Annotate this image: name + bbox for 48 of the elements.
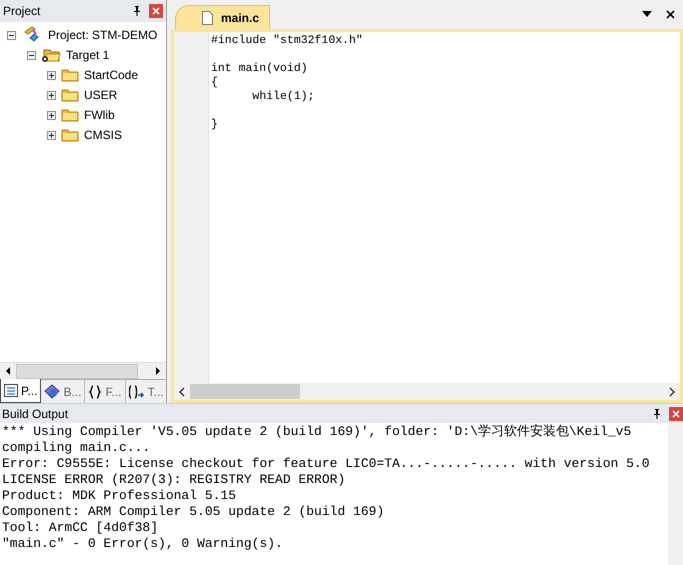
folder-icon bbox=[61, 68, 79, 82]
panel-title: Build Output bbox=[2, 406, 70, 422]
folder-icon bbox=[61, 128, 79, 142]
collapse-icon[interactable] bbox=[7, 30, 16, 40]
expand-icon[interactable] bbox=[47, 70, 56, 80]
close-icon[interactable] bbox=[666, 10, 675, 19]
output-line: "main.c" - 0 Error(s), 0 Warning(s). bbox=[2, 536, 284, 552]
expand-icon[interactable] bbox=[47, 90, 56, 100]
template-icon bbox=[128, 384, 144, 398]
horizontal-scrollbar[interactable] bbox=[174, 383, 680, 400]
tree-item[interactable]: Project: STM-DEMO bbox=[48, 26, 158, 44]
vertical-scrollbar[interactable] bbox=[668, 423, 683, 565]
tree-item[interactable]: Target 1 bbox=[66, 46, 110, 64]
output-line: Tool: ArmCC [4d0f38] bbox=[2, 520, 160, 536]
horizontal-scrollbar[interactable] bbox=[0, 362, 166, 379]
tree-item[interactable]: CMSIS bbox=[84, 126, 122, 144]
expand-icon[interactable] bbox=[47, 130, 56, 140]
folder-icon bbox=[61, 88, 79, 102]
code-line: while(1); bbox=[251, 90, 316, 104]
dropdown-icon[interactable] bbox=[642, 11, 652, 18]
expand-icon[interactable] bbox=[47, 110, 56, 120]
file-icon bbox=[202, 10, 213, 24]
panel-tab[interactable]: P... bbox=[0, 379, 42, 403]
target-folder-icon bbox=[41, 47, 61, 63]
pin-icon[interactable] bbox=[653, 408, 661, 418]
list-icon bbox=[4, 384, 18, 397]
braces-icon bbox=[88, 384, 102, 398]
folder-icon bbox=[61, 108, 79, 122]
code-line: } bbox=[211, 118, 219, 132]
panel-title: Project bbox=[3, 3, 42, 20]
scrollbar-thumb[interactable] bbox=[16, 364, 138, 378]
tree-item[interactable]: StartCode bbox=[84, 66, 138, 84]
output-line: *** Using Compiler 'V5.05 update 2 (build 169)', folder: 'D:\学习软件安装包\Keil_v5 bbox=[2, 424, 632, 440]
output-line: LICENSE ERROR (R207(3): REGISTRY READ ERROR) bbox=[2, 472, 346, 488]
scrollbar-thumb[interactable] bbox=[190, 384, 300, 399]
output-line: Product: MDK Professional 5.15 bbox=[2, 488, 238, 504]
book-help-icon bbox=[44, 384, 60, 399]
code-line: { bbox=[211, 76, 219, 90]
output-line: compiling main.c... bbox=[2, 440, 152, 456]
output-line: Error: C9555E: License checkout for feature LIC0=TA...-.....-..... with version 5.0 bbox=[2, 456, 651, 472]
collapse-icon[interactable] bbox=[27, 50, 36, 60]
file-tab[interactable]: main.c bbox=[175, 5, 270, 29]
tree-item[interactable]: FWlib bbox=[84, 106, 115, 124]
pin-icon[interactable] bbox=[133, 6, 141, 16]
tree-item[interactable]: USER bbox=[84, 86, 118, 104]
output-line: Component: ARM Compiler 5.05 update 2 (build 169) bbox=[2, 504, 386, 520]
code-line: #include "stm32f10x.h" bbox=[211, 34, 363, 48]
code-line: int main(void) bbox=[211, 62, 309, 76]
